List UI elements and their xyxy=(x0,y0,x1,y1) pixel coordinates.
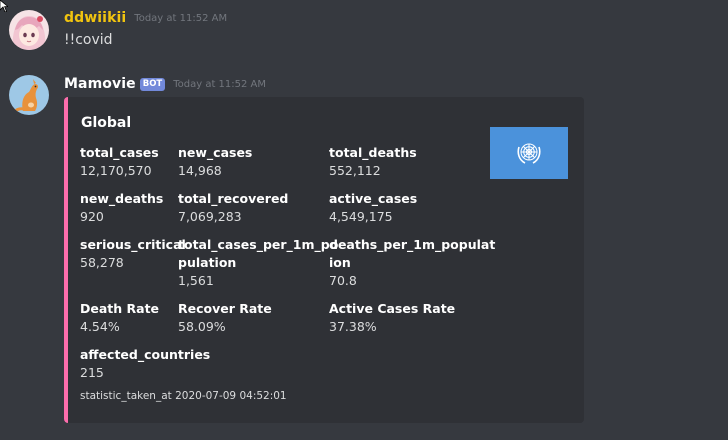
field-new-cases: new_cases 14,968 xyxy=(178,145,253,178)
field-total-cases: total_cases 12,170,570 xyxy=(80,145,159,178)
message-text: !!covid xyxy=(64,32,113,48)
field-new-deaths: new_deaths 920 xyxy=(80,191,164,224)
embed-title: Global xyxy=(81,115,132,131)
message-timestamp[interactable]: Today at 11:52 AM xyxy=(173,79,266,90)
message-header: ddwiikii Today at 11:52 AM xyxy=(64,8,227,28)
anime-girl-avatar-icon xyxy=(9,10,49,50)
avatar-mamovie[interactable] xyxy=(9,75,49,115)
field-active-cases-rate: Active Cases Rate 37.38% xyxy=(329,301,456,334)
embed-card: Global total_cases 12,170,570 new_cases … xyxy=(64,97,584,423)
bot-badge: BOT xyxy=(139,77,166,91)
message-1: ddwiikii Today at 11:52 AM !!covid xyxy=(0,0,728,66)
embed-footer: statistic_taken_at 2020-07-09 04:52:01 xyxy=(80,390,287,402)
embed-thumbnail[interactable] xyxy=(490,127,568,179)
un-emblem-icon xyxy=(517,143,541,164)
field-deaths-per-1m: deaths_per_1m_populat ion 70.8 xyxy=(329,237,496,288)
kangaroo-avatar-icon xyxy=(9,75,49,115)
field-serious-critical: serious_critical 58,278 xyxy=(80,237,186,270)
username[interactable]: Mamovie xyxy=(64,76,136,92)
username[interactable]: ddwiikii xyxy=(64,10,126,26)
avatar-ddwiikii[interactable] xyxy=(9,10,49,50)
field-total-recovered: total_recovered 7,069,283 xyxy=(178,191,289,224)
field-affected-countries: affected_countries 215 xyxy=(80,347,211,380)
field-recover-rate: Recover Rate 58.09% xyxy=(178,301,272,334)
field-total-deaths: total_deaths 552,112 xyxy=(329,145,417,178)
message-header: Mamovie BOT Today at 11:52 AM xyxy=(64,74,266,94)
message-2: Mamovie BOT Today at 11:52 AM Global tot… xyxy=(0,66,728,440)
message-timestamp[interactable]: Today at 11:52 AM xyxy=(134,13,227,24)
field-active-cases: active_cases 4,549,175 xyxy=(329,191,418,224)
field-total-cases-per-1m: total_cases_per_1m_po pulation 1,561 xyxy=(178,237,339,288)
field-death-rate: Death Rate 4.54% xyxy=(80,301,160,334)
